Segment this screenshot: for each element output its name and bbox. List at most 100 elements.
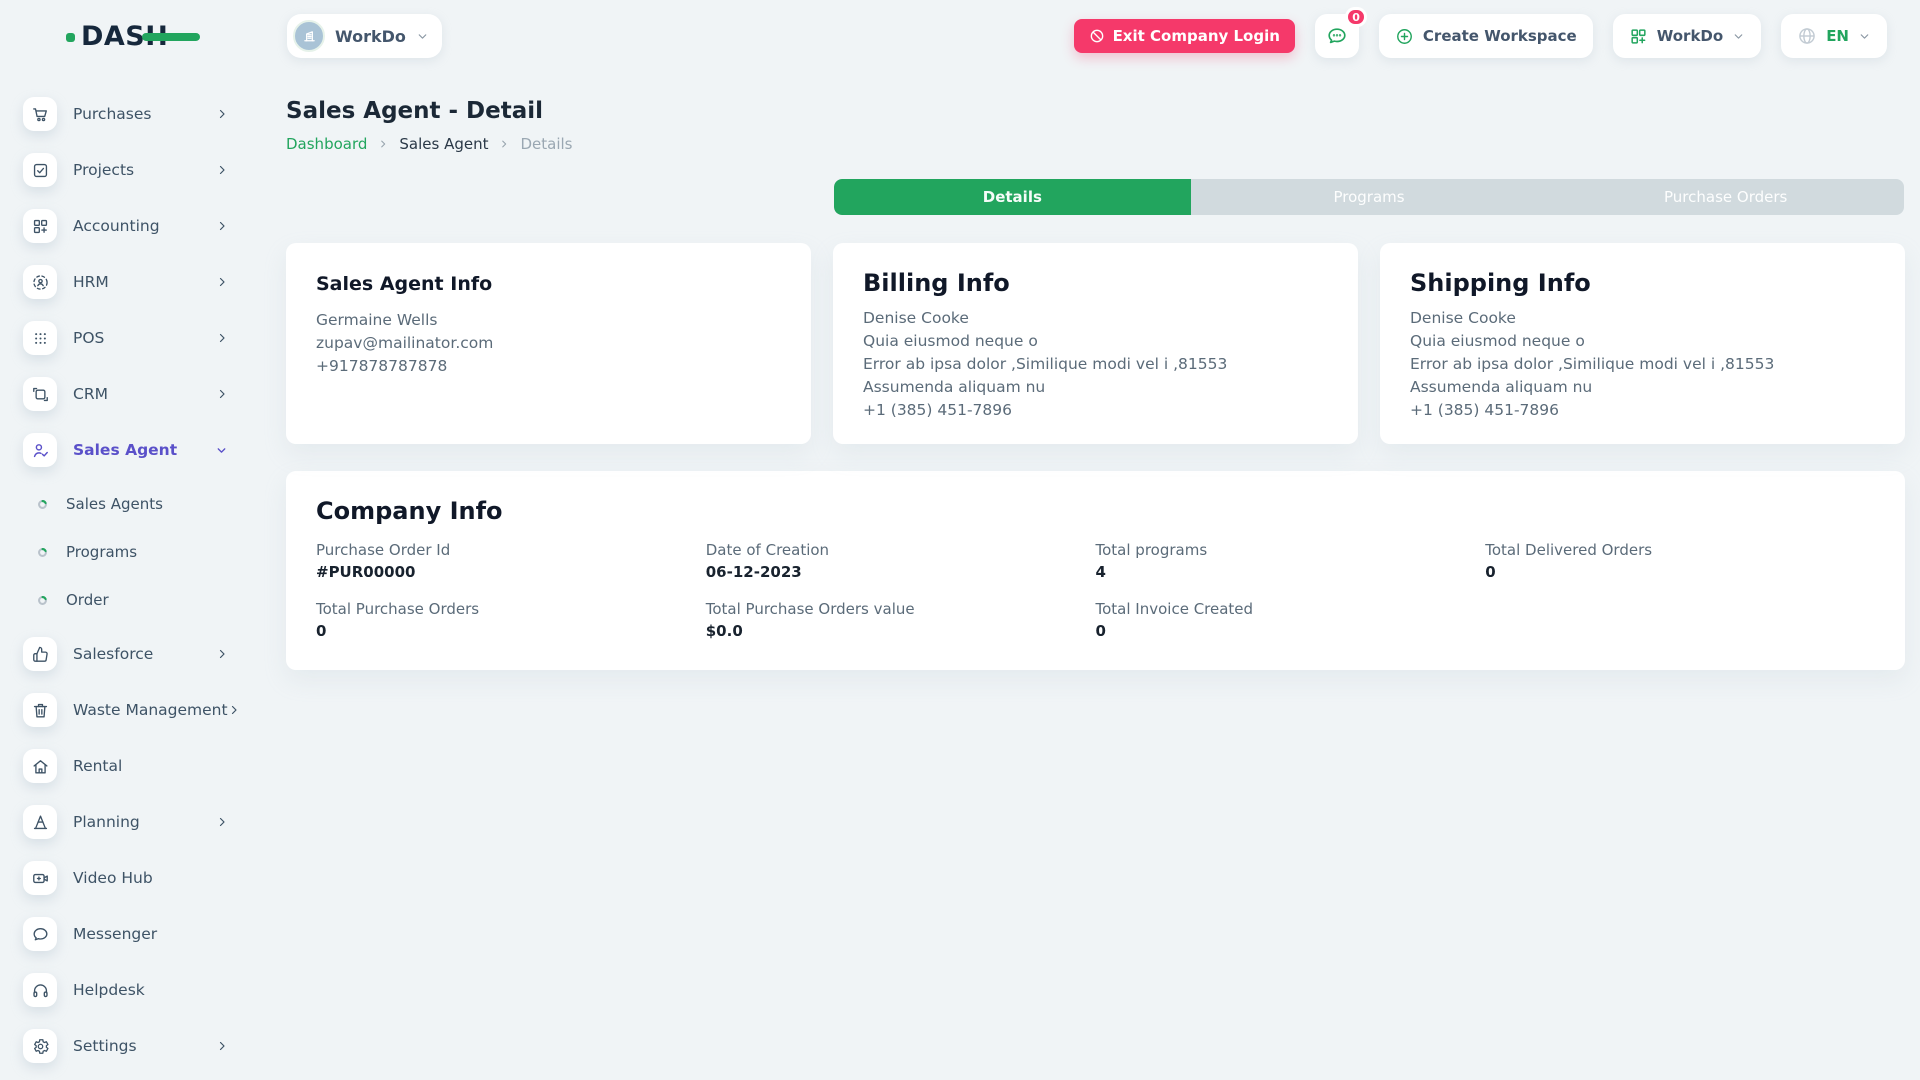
sales-agent-submenu: Sales Agents Programs Order xyxy=(23,480,260,624)
chevron-right-icon xyxy=(216,332,228,344)
billing-address-line: Quia eiusmod neque o xyxy=(863,330,1328,353)
sidebar-item-projects[interactable]: Projects xyxy=(23,142,260,198)
main-content: Sales Agent - Detail Dashboard Sales Age… xyxy=(286,72,1905,670)
sidebar-subitem-programs[interactable]: Programs xyxy=(23,528,260,576)
checkbox-icon xyxy=(23,153,57,187)
building-avatar-icon xyxy=(293,20,325,52)
language-selector[interactable]: EN xyxy=(1781,14,1887,58)
company-info-card: Company Info Purchase Order Id #PUR00000… xyxy=(286,471,1905,670)
card-title: Billing Info xyxy=(863,269,1328,297)
billing-address-line: Error ab ipsa dolor ,Similique modi vel … xyxy=(863,353,1328,376)
chevron-down-icon xyxy=(416,30,429,43)
shipping-info-card: Shipping Info Denise Cooke Quia eiusmod … xyxy=(1380,243,1905,444)
tab-programs[interactable]: Programs xyxy=(1191,179,1548,215)
billing-name: Denise Cooke xyxy=(863,307,1328,330)
field-total-purchase-orders-value: Total Purchase Orders value $0.0 xyxy=(706,600,1096,640)
agent-name: Germaine Wells xyxy=(316,309,781,332)
card-title: Company Info xyxy=(316,497,1875,525)
chevron-down-icon xyxy=(215,444,228,457)
brand-logo[interactable]: DASH xyxy=(66,23,190,50)
person-check-icon xyxy=(23,433,57,467)
chevron-down-icon xyxy=(1732,30,1745,43)
sidebar-item-salesforce[interactable]: Salesforce xyxy=(23,626,260,682)
sidebar-item-planning[interactable]: Planning xyxy=(23,794,260,850)
cone-icon xyxy=(23,805,57,839)
chevron-right-icon xyxy=(378,139,388,149)
shipping-phone: +1 (385) 451-7896 xyxy=(1410,399,1875,422)
card-title: Shipping Info xyxy=(1410,269,1875,297)
sidebar-item-crm[interactable]: CRM xyxy=(23,366,260,422)
chevron-right-icon xyxy=(216,276,228,288)
logo-dot-icon xyxy=(66,33,75,42)
chevron-right-icon xyxy=(216,1040,228,1052)
sidebar-item-messenger[interactable]: Messenger xyxy=(23,906,260,962)
sidebar-item-waste-management[interactable]: Waste Management xyxy=(23,682,260,738)
sidebar-item-settings[interactable]: Settings xyxy=(23,1018,260,1074)
chevron-right-icon xyxy=(216,220,228,232)
sidebar-item-rental[interactable]: Rental xyxy=(23,738,260,794)
topbar: DASH WorkDo Exit Company Login xyxy=(0,0,1920,72)
messages-button[interactable]: 0 xyxy=(1315,14,1359,58)
shipping-name: Denise Cooke xyxy=(1410,307,1875,330)
globe-icon xyxy=(1797,26,1817,46)
donut-bullet-icon xyxy=(37,547,48,558)
billing-phone: +1 (385) 451-7896 xyxy=(863,399,1328,422)
page-title: Sales Agent - Detail xyxy=(286,98,1905,124)
app-launcher-workdo[interactable]: WorkDo xyxy=(1613,14,1761,58)
exit-company-login-button[interactable]: Exit Company Login xyxy=(1074,19,1295,53)
agent-email: zupav@mailinator.com xyxy=(316,332,781,355)
field-date-of-creation: Date of Creation 06-12-2023 xyxy=(706,541,1096,581)
chevron-right-icon xyxy=(216,648,228,660)
exit-company-login-label: Exit Company Login xyxy=(1113,27,1280,45)
breadcrumb: Dashboard Sales Agent Details xyxy=(286,135,1905,153)
sales-agent-info-card: Sales Agent Info Germaine Wells zupav@ma… xyxy=(286,243,811,444)
sidebar-item-video-hub[interactable]: Video Hub xyxy=(23,850,260,906)
field-total-delivered-orders: Total Delivered Orders 0 xyxy=(1485,541,1875,581)
shipping-address-line: Error ab ipsa dolor ,Similique modi vel … xyxy=(1410,353,1875,376)
chevron-right-icon xyxy=(499,139,509,149)
plus-circle-icon xyxy=(1395,27,1414,46)
chevron-right-icon xyxy=(216,108,228,120)
chevron-right-icon xyxy=(228,704,240,716)
sidebar-item-pos[interactable]: POS xyxy=(23,310,260,366)
billing-address-line: Assumenda aliquam nu xyxy=(863,376,1328,399)
info-cards-row: Sales Agent Info Germaine Wells zupav@ma… xyxy=(286,243,1905,444)
sidebar: Purchases Projects Accounting xyxy=(0,72,260,1080)
workspace-switcher[interactable]: WorkDo xyxy=(287,14,442,58)
sidebar-item-sales-agent[interactable]: Sales Agent xyxy=(23,422,260,478)
breadcrumb-sales-agent[interactable]: Sales Agent xyxy=(399,135,488,153)
breadcrumb-dashboard[interactable]: Dashboard xyxy=(286,135,367,153)
app-launcher-label: WorkDo xyxy=(1657,27,1723,45)
trash-icon xyxy=(23,693,57,727)
breadcrumb-details: Details xyxy=(520,135,572,153)
video-camera-icon xyxy=(23,861,57,895)
dots-grid-icon xyxy=(23,321,57,355)
donut-bullet-icon xyxy=(37,499,48,510)
sidebar-item-purchases[interactable]: Purchases xyxy=(23,86,260,142)
square-arrows-icon xyxy=(23,377,57,411)
field-total-purchase-orders: Total Purchase Orders 0 xyxy=(316,600,706,640)
sidebar-subitem-order[interactable]: Order xyxy=(23,576,260,624)
chevron-right-icon xyxy=(216,816,228,828)
create-workspace-button[interactable]: Create Workspace xyxy=(1379,14,1593,58)
logo-dash-icon xyxy=(142,33,200,41)
tab-purchase-orders[interactable]: Purchase Orders xyxy=(1547,179,1904,215)
sidebar-item-helpdesk[interactable]: Helpdesk xyxy=(23,962,260,1018)
field-total-invoice-created: Total Invoice Created 0 xyxy=(1096,600,1486,640)
sidebar-item-accounting[interactable]: Accounting xyxy=(23,198,260,254)
grid-plus-icon xyxy=(23,209,57,243)
field-total-programs: Total programs 4 xyxy=(1096,541,1486,581)
detail-tabs: Details Programs Purchase Orders xyxy=(834,179,1904,215)
gear-icon xyxy=(23,1029,57,1063)
billing-info-card: Billing Info Denise Cooke Quia eiusmod n… xyxy=(833,243,1358,444)
sidebar-item-hrm[interactable]: HRM xyxy=(23,254,260,310)
field-purchase-order-id: Purchase Order Id #PUR00000 xyxy=(316,541,706,581)
grid-plus-icon xyxy=(1629,27,1648,46)
messages-count-badge: 0 xyxy=(1345,7,1367,27)
ban-circle-icon xyxy=(1089,28,1105,44)
chat-bubble-icon xyxy=(1326,25,1348,47)
sidebar-subitem-sales-agents[interactable]: Sales Agents xyxy=(23,480,260,528)
tab-details[interactable]: Details xyxy=(834,179,1191,215)
chevron-down-icon xyxy=(1858,30,1871,43)
card-title: Sales Agent Info xyxy=(316,273,781,295)
